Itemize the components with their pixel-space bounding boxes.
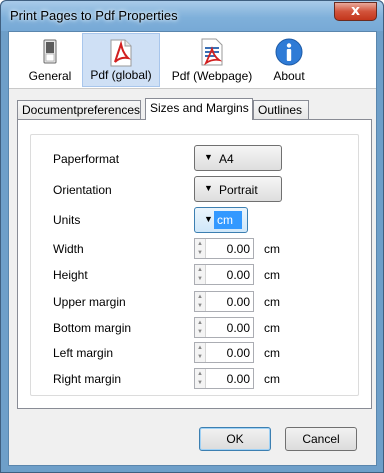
right-margin-value: 0.00: [226, 372, 250, 386]
width-label: Width: [53, 242, 84, 256]
left-margin-unit: cm: [264, 346, 280, 360]
close-icon: x: [350, 3, 361, 19]
dialog-body: General Pdf (global) Pdf (Webpage) About…: [8, 31, 377, 466]
spin-down-icon[interactable]: ▼: [197, 354, 203, 360]
bottom-margin-label: Bottom margin: [53, 321, 132, 335]
toolbar-label-about: About: [273, 69, 305, 83]
width-spinbox[interactable]: ▲ ▼ 0.00: [194, 238, 254, 259]
toolbar-item-about[interactable]: About: [266, 33, 312, 87]
upper-margin-label: Upper margin: [53, 295, 126, 309]
tab-label: Outlines: [258, 103, 303, 117]
width-unit: cm: [264, 242, 280, 256]
upper-margin-spinbox[interactable]: ▲ ▼ 0.00: [194, 291, 254, 312]
paperformat-value: A4: [219, 152, 234, 166]
units-value: cm: [214, 211, 242, 229]
switch-icon: [43, 39, 57, 64]
spin-buttons: ▲ ▼: [195, 265, 206, 284]
spin-down-icon[interactable]: ▼: [197, 329, 203, 335]
units-label: Units: [53, 213, 81, 227]
toolbar-label-general: General: [28, 69, 72, 83]
spin-up-icon[interactable]: ▲: [197, 371, 203, 377]
cancel-button[interactable]: Cancel: [285, 427, 357, 451]
tab-sizes-and-margins[interactable]: Sizes and Margins: [145, 98, 253, 120]
orientation-label: Orientation: [53, 183, 112, 197]
spin-down-icon[interactable]: ▼: [197, 250, 203, 256]
toolbar-item-general[interactable]: General: [18, 33, 82, 87]
left-margin-value: 0.00: [226, 346, 250, 360]
spin-up-icon[interactable]: ▲: [197, 320, 203, 326]
height-value: 0.00: [226, 268, 250, 282]
dropdown-arrow-icon: ▼: [204, 152, 213, 162]
spin-up-icon[interactable]: ▲: [197, 241, 203, 247]
orientation-value: Portrait: [219, 183, 258, 197]
bottom-margin-value: 0.00: [226, 321, 250, 335]
spin-down-icon[interactable]: ▼: [197, 276, 203, 282]
tab-documentpreferences[interactable]: Documentpreferences: [17, 100, 141, 120]
spin-buttons: ▲ ▼: [195, 369, 206, 388]
height-spinbox[interactable]: ▲ ▼ 0.00: [194, 264, 254, 285]
window-title: Print Pages to Pdf Properties: [10, 8, 178, 23]
spin-down-icon[interactable]: ▼: [197, 380, 203, 386]
left-margin-label: Left margin: [53, 346, 114, 360]
bottom-margin-spinbox[interactable]: ▲ ▼ 0.00: [194, 317, 254, 338]
spin-buttons: ▲ ▼: [195, 292, 206, 311]
spin-up-icon[interactable]: ▲: [197, 267, 203, 273]
right-margin-spinbox[interactable]: ▲ ▼ 0.00: [194, 368, 254, 389]
pdf-webpage-icon: [201, 38, 223, 66]
spin-buttons: ▲ ▼: [195, 343, 206, 362]
dropdown-arrow-icon: ▼: [204, 214, 213, 224]
height-label: Height: [53, 268, 88, 282]
spin-buttons: ▲ ▼: [195, 239, 206, 258]
title-bar[interactable]: Print Pages to Pdf Properties x: [1, 1, 383, 31]
upper-margin-value: 0.00: [226, 295, 250, 309]
dialog-window: Print Pages to Pdf Properties x General: [0, 0, 384, 473]
width-value: 0.00: [226, 242, 250, 256]
paperformat-label: Paperformat: [53, 152, 120, 166]
spin-down-icon[interactable]: ▼: [197, 303, 203, 309]
spin-up-icon[interactable]: ▲: [197, 294, 203, 300]
category-toolbar: General Pdf (global) Pdf (Webpage) About: [9, 32, 376, 89]
bottom-margin-unit: cm: [264, 321, 280, 335]
right-margin-label: Right margin: [53, 372, 122, 386]
spin-up-icon[interactable]: ▲: [197, 345, 203, 351]
units-dropdown[interactable]: ▼ cm: [194, 207, 248, 233]
toolbar-item-pdf-global[interactable]: Pdf (global): [82, 33, 160, 87]
toolbar-label-pdf-webpage: Pdf (Webpage): [171, 69, 253, 83]
info-icon: [275, 38, 303, 66]
tab-label: Documentpreferences: [22, 103, 141, 117]
ok-button[interactable]: OK: [199, 427, 271, 451]
height-unit: cm: [264, 268, 280, 282]
sizes-margins-panel: Paperformat ▼ A4 Orientation ▼ Portrait …: [17, 119, 372, 409]
upper-margin-unit: cm: [264, 295, 280, 309]
right-margin-unit: cm: [264, 372, 280, 386]
toolbar-item-pdf-webpage[interactable]: Pdf (Webpage): [164, 33, 260, 87]
spin-buttons: ▲ ▼: [195, 318, 206, 337]
toolbar-label-pdf-global: Pdf (global): [90, 68, 152, 82]
tab-label: Sizes and Margins: [150, 101, 249, 115]
tab-outlines[interactable]: Outlines: [253, 100, 309, 120]
orientation-dropdown[interactable]: ▼ Portrait: [194, 176, 282, 202]
paperformat-dropdown[interactable]: ▼ A4: [194, 145, 282, 171]
settings-group: Paperformat ▼ A4 Orientation ▼ Portrait …: [30, 134, 359, 396]
left-margin-spinbox[interactable]: ▲ ▼ 0.00: [194, 342, 254, 363]
close-button[interactable]: x: [334, 2, 377, 21]
pdf-icon: [110, 39, 132, 67]
dropdown-arrow-icon: ▼: [204, 183, 213, 193]
